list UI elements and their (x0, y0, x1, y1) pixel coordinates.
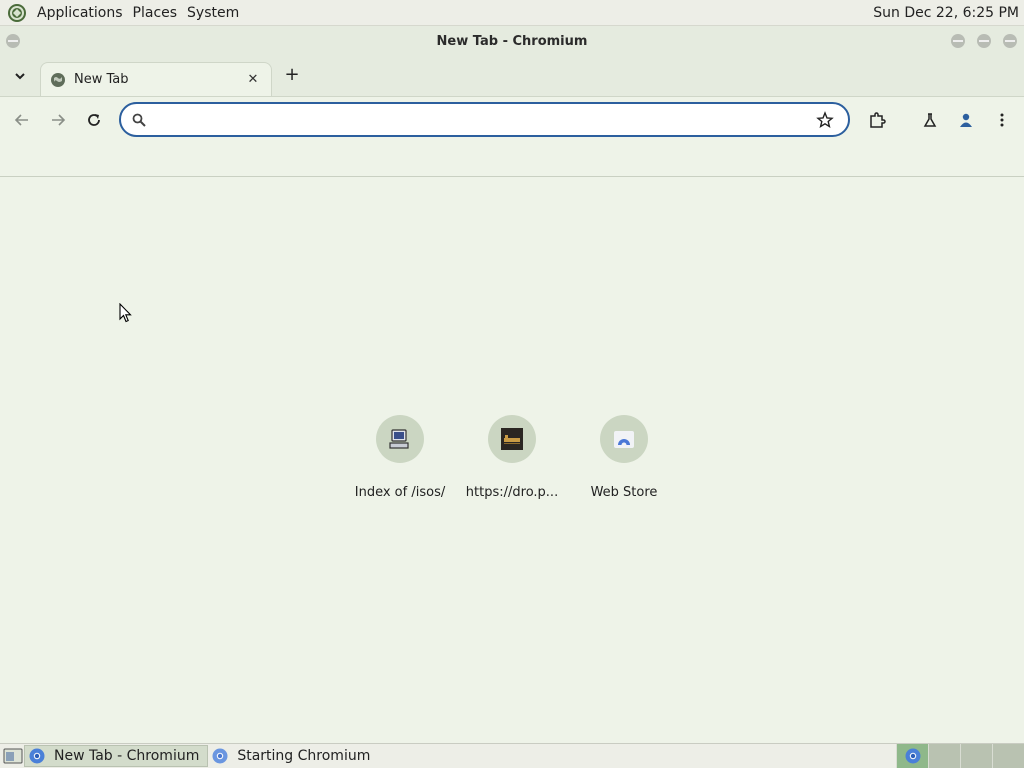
mouse-cursor-icon (119, 303, 132, 323)
chromium-icon (212, 748, 228, 764)
shortcut-label: Index of /isos/ (354, 485, 446, 500)
chromium-menu-button[interactable] (992, 110, 1012, 130)
reload-button[interactable] (84, 110, 104, 130)
shortcut-tile[interactable]: Web Store (568, 415, 680, 500)
extensions-icon (870, 112, 886, 128)
profile-button[interactable] (956, 110, 976, 130)
distro-logo-icon[interactable] (7, 3, 27, 23)
shortcut-label: https://dro.p... (465, 485, 559, 500)
profile-icon (960, 113, 972, 127)
maximize-button[interactable] (977, 34, 991, 48)
forward-arrow-icon (52, 114, 66, 126)
workspace-4[interactable] (992, 744, 1024, 768)
task-label: New Tab - Chromium (54, 748, 200, 764)
bookmarks-bar (0, 142, 1024, 177)
web-store-icon (614, 431, 634, 448)
new-tab-button[interactable]: + (282, 65, 302, 85)
address-bar[interactable] (119, 102, 850, 137)
globe-icon (51, 72, 65, 87)
taskbar: New Tab - Chromium Starting Chromium (0, 743, 1024, 768)
toolbar (0, 96, 1024, 142)
new-tab-page: Index of /isos/ https://dro.p... Web Sto… (0, 177, 1024, 743)
forward-button[interactable] (48, 110, 68, 130)
back-arrow-icon (14, 114, 28, 126)
workspace-switcher (896, 744, 1024, 768)
labs-flask-icon (923, 113, 937, 127)
reload-icon (88, 114, 100, 126)
window-titlebar[interactable]: New Tab - Chromium (0, 26, 1024, 56)
workspace-3[interactable] (960, 744, 992, 768)
shortcut-label: Web Store (590, 485, 658, 500)
chromium-icon (29, 748, 45, 764)
task-label: Starting Chromium (237, 748, 371, 764)
shortcut-icon-circle (376, 415, 424, 463)
taskbar-task-starting-chromium[interactable]: Starting Chromium (208, 745, 378, 767)
tab-strip: New Tab ✕ + (0, 56, 1024, 96)
dark-thumbnail-icon (501, 428, 523, 450)
clock[interactable]: Sun Dec 22, 6:25 PM (873, 5, 1019, 21)
workspace-1[interactable] (896, 744, 928, 768)
omnibox-input[interactable] (155, 110, 805, 130)
tab-label: New Tab (74, 72, 129, 87)
computer-icon (389, 429, 409, 449)
shortcut-icon-circle (600, 415, 648, 463)
taskbar-task-chromium[interactable]: New Tab - Chromium (24, 745, 209, 767)
chevron-down-icon (15, 73, 25, 80)
window-menu-button[interactable] (6, 34, 20, 48)
system-menu[interactable]: System (182, 5, 244, 21)
menu-icon (1000, 113, 1004, 127)
shortcut-tile[interactable]: Index of /isos/ (344, 415, 456, 500)
bookmark-star-icon[interactable] (816, 111, 834, 129)
workspace-2[interactable] (928, 744, 960, 768)
applications-menu[interactable]: Applications (32, 5, 128, 21)
close-window-button[interactable] (1003, 34, 1017, 48)
top-panel: Applications Places System Sun Dec 22, 6… (0, 0, 1024, 26)
shortcut-icon-circle (488, 415, 536, 463)
back-button[interactable] (12, 110, 32, 130)
shortcut-tile[interactable]: https://dro.p... (456, 415, 568, 500)
tab-search-button[interactable] (10, 66, 30, 86)
search-icon (132, 113, 146, 127)
places-menu[interactable]: Places (128, 5, 183, 21)
tab-new-tab[interactable]: New Tab ✕ (40, 62, 272, 96)
close-tab-icon[interactable]: ✕ (245, 72, 261, 87)
chromium-icon (905, 748, 920, 764)
extensions-button[interactable] (867, 110, 887, 130)
window-title: New Tab - Chromium (436, 33, 588, 49)
minimize-button[interactable] (951, 34, 965, 48)
labs-button[interactable] (920, 110, 940, 130)
show-desktop-icon[interactable] (2, 746, 24, 766)
